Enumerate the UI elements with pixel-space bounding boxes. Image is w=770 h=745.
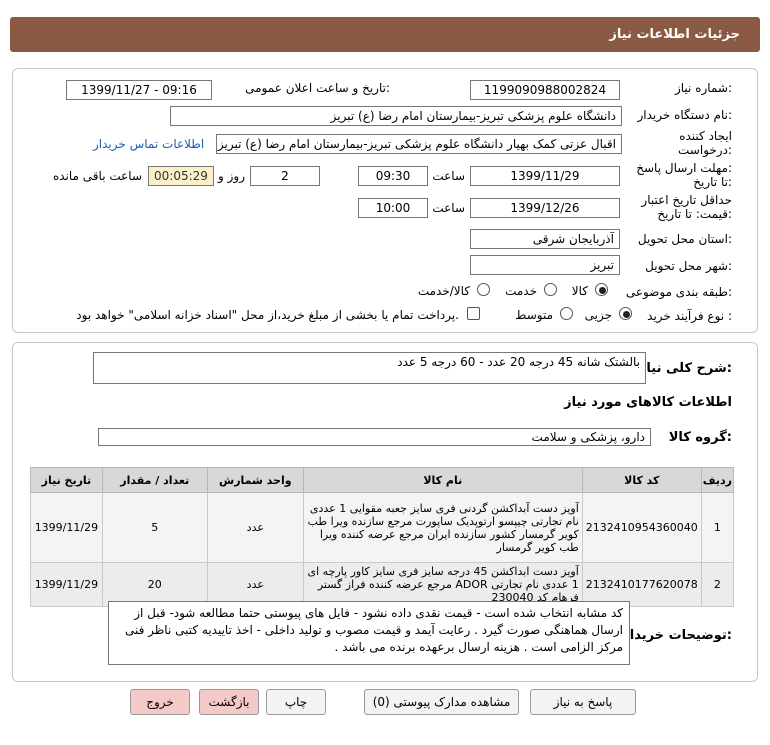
buyer-label: نام دستگاه خریدار: [637, 108, 733, 122]
process-option-minor: جزیی [584, 308, 612, 322]
deadline-label: مهلت ارسال پاسخ: تا تاریخ: [636, 161, 732, 189]
deadline-label-line1: مهلت ارسال پاسخ: [636, 161, 732, 175]
need-number-field: 1199090988002824 [470, 80, 620, 100]
cell-unit: عدد [206, 562, 304, 607]
deadline-label-line2: تا تاریخ: [693, 175, 732, 189]
col-header-qty: تعداد / مقدار [101, 467, 208, 493]
process-option-medium: متوسط [515, 308, 553, 322]
remaining-time-field: 00:05:29 [148, 166, 214, 186]
col-header-name: نام کالا [302, 467, 583, 493]
category-radio-goods[interactable] [595, 283, 608, 296]
validity-time-label: ساعت [432, 201, 465, 215]
category-option-service: خدمت [505, 284, 537, 298]
goods-info-title: اطلاعات کالاهای مورد نیاز [564, 395, 732, 410]
print-button[interactable]: چاپ [266, 689, 326, 715]
cell-qty: 5 [101, 492, 208, 563]
validity-time-field: 10:00 [358, 198, 428, 218]
buyer-notes-field: کد مشابه انتخاب شده است - قیمت نقدی داده… [108, 601, 630, 665]
exit-button[interactable]: خروج [130, 689, 190, 715]
province-field: آذربایجان شرقی [470, 229, 620, 249]
reply-button[interactable]: پاسخ به نیاز [530, 689, 636, 715]
goods-group-field: دارو، پزشکی و سلامت [98, 428, 651, 446]
buyer-contact-link[interactable]: اطلاعات تماس خریدار [93, 137, 204, 151]
validity-label: حداقل تاریخ اعتبار قیمت: تا تاریخ: [641, 193, 732, 221]
announce-field: 1399/11/27 - 09:16 [66, 80, 212, 100]
cell-code: 2132410954360040 [581, 492, 702, 563]
days-label: روز و [218, 169, 245, 183]
goods-table: ردیف کد کالا نام کالا واحد شمارش تعداد /… [30, 467, 735, 607]
category-radio-goods-service[interactable] [477, 283, 490, 296]
category-option-goods: کالا [571, 284, 588, 298]
announce-label: تاریخ و ساعت اعلان عمومی: [245, 81, 390, 95]
cell-date: 1399/11/29 [30, 562, 103, 607]
need-number-label: شماره نیاز: [674, 81, 732, 95]
cell-row-number: 1 [700, 492, 735, 563]
col-header-row: ردیف [700, 467, 735, 493]
col-header-date: تاریخ نیاز [30, 467, 103, 493]
treasury-payment-checkbox[interactable] [467, 307, 480, 320]
category-radio-service[interactable] [544, 283, 557, 296]
process-radio-minor[interactable] [619, 307, 632, 320]
validity-label-line2: قیمت: تا تاریخ: [657, 207, 732, 221]
page-header: جزئیات اطلاعات نیاز [10, 17, 760, 52]
city-field: تبریز [470, 255, 620, 275]
view-attachments-button[interactable]: مشاهده مدارک پیوستی (0) [364, 689, 519, 715]
deadline-time-field: 09:30 [358, 166, 428, 186]
buyer-field: دانشگاه علوم پزشکی تبریز-بیمارستان امام … [170, 106, 622, 126]
category-option-goods-service: کالا/خدمت [417, 284, 470, 298]
back-button[interactable]: بازگشت [199, 689, 259, 715]
creator-label-line2: درخواست: [678, 143, 732, 157]
cell-unit: عدد [206, 492, 304, 563]
deadline-time-label: ساعت [432, 169, 465, 183]
treasury-payment-note: پرداخت تمام یا بخشی از مبلغ خرید،از محل … [76, 308, 459, 322]
creator-field: اقبال عزتی کمک بهیار دانشگاه علوم پزشکی … [216, 134, 622, 154]
cell-date: 1399/11/29 [30, 492, 103, 563]
process-label: نوع فرآیند خرید : [647, 309, 732, 323]
cell-qty: 20 [101, 562, 208, 607]
goods-group-label: گروه کالا: [668, 430, 732, 445]
table-row: 2 2132410177620078 آویز دست ابداکشن 45 د… [30, 562, 735, 607]
summary-field: بالشتک شانه 45 درجه 20 عدد - 60 درجه 5 ع… [93, 352, 646, 384]
col-header-code: کد کالا [581, 467, 702, 493]
table-header-row: ردیف کد کالا نام کالا واحد شمارش تعداد /… [30, 467, 735, 493]
process-radio-medium[interactable] [560, 307, 573, 320]
cell-row-number: 2 [700, 562, 735, 607]
deadline-date-field: 1399/11/29 [470, 166, 620, 186]
creator-label: ایجاد کننده درخواست: [678, 129, 732, 157]
summary-label: شرح کلی نیاز: [638, 361, 732, 376]
col-header-unit: واحد شمارش [206, 467, 304, 493]
category-label: طبقه بندی موضوعی: [625, 285, 732, 299]
province-label: استان محل تحویل: [637, 232, 732, 246]
table-row: 1 2132410954360040 آویز دست آبداکشن گردن… [30, 492, 735, 563]
cell-name: آویز دست ابداکشن 45 درجه سایز فری سایز ک… [302, 562, 583, 607]
days-field: 2 [250, 166, 320, 186]
creator-label-line1: ایجاد کننده [679, 129, 732, 143]
notes-label: توضیحات خریدار: [622, 628, 732, 643]
cell-name: آویز دست آبداکشن گردنی فری سایز جعبه مقو… [302, 492, 583, 563]
remaining-label: ساعت باقی مانده [52, 169, 142, 183]
cell-code: 2132410177620078 [581, 562, 702, 607]
city-label: شهر محل تحویل: [645, 259, 732, 273]
validity-label-line1: حداقل تاریخ اعتبار [641, 193, 732, 207]
validity-date-field: 1399/12/26 [470, 198, 620, 218]
